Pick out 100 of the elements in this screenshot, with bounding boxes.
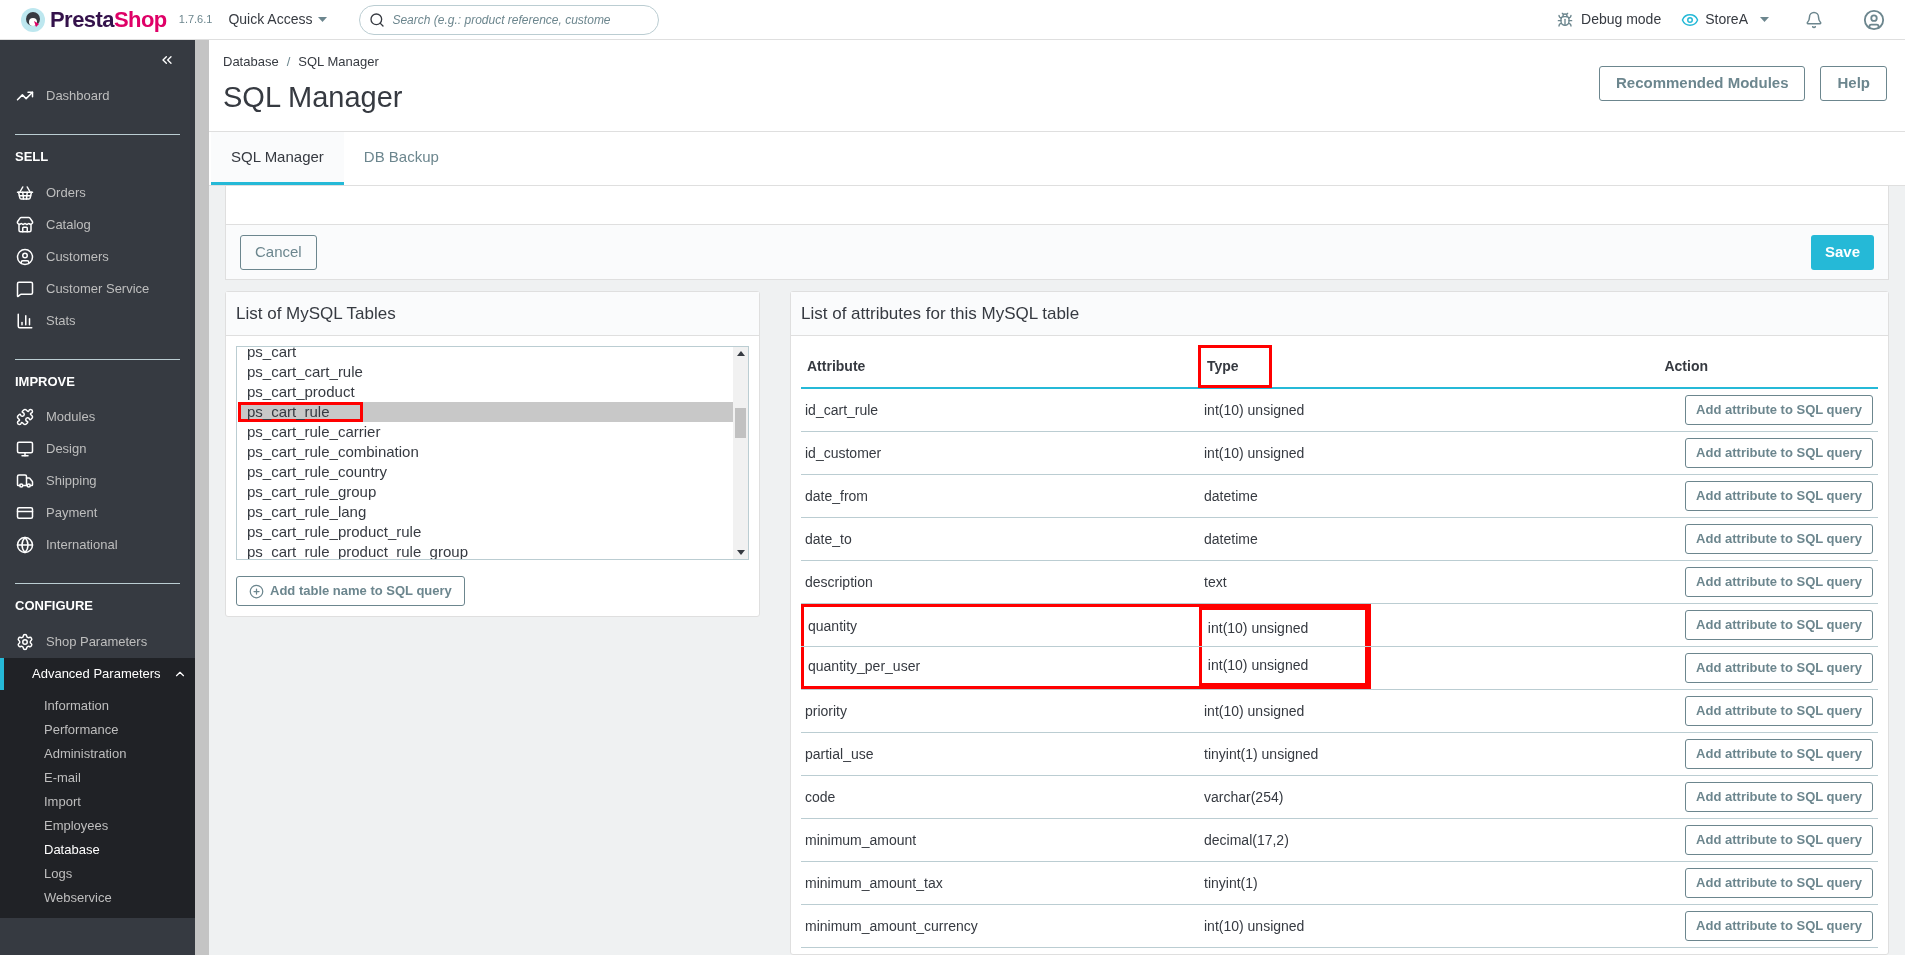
list-scrollbar[interactable]: [733, 347, 748, 559]
quick-access-menu[interactable]: Quick Access: [228, 9, 328, 30]
table-list-item[interactable]: ps_cart_rule_product_rule: [238, 522, 733, 542]
add-attribute-button[interactable]: Add attribute to SQL query: [1685, 782, 1873, 812]
attribute-cell-text: quantity: [807, 617, 859, 636]
store-icon: [16, 215, 34, 234]
nav-item[interactable]: Customer Service: [0, 272, 195, 305]
scroll-thumb[interactable]: [735, 408, 746, 438]
chart-icon: [16, 311, 34, 330]
attribute-cell-text: date_from: [804, 486, 870, 506]
scroll-down-icon[interactable]: [736, 550, 745, 555]
table-list-item[interactable]: ps_cart_rule_country: [238, 462, 733, 482]
attribute-cell-text: id_cart_rule: [804, 400, 880, 420]
nav-subitem[interactable]: E-mail: [0, 765, 195, 790]
nav-item[interactable]: Catalog: [0, 208, 195, 241]
type-cell-text: int(10) unsigned: [1203, 701, 1306, 721]
globe-icon: [16, 536, 34, 554]
nav-subitem[interactable]: Logs: [0, 861, 195, 886]
chat-icon: [16, 279, 34, 298]
add-attribute-button[interactable]: Add attribute to SQL query: [1685, 696, 1873, 726]
tab[interactable]: SQL Manager: [211, 132, 344, 185]
attribute-cell-text: minimum_amount: [804, 830, 918, 850]
type-cell-text: text: [1203, 572, 1228, 592]
column-header: Action: [1664, 357, 1708, 376]
add-attribute-button[interactable]: Add attribute to SQL query: [1685, 653, 1873, 683]
type-cell: int(10) unsigned: [1198, 647, 1368, 686]
add-attribute-button[interactable]: Add attribute to SQL query: [1685, 825, 1873, 855]
nav-item[interactable]: Orders: [0, 176, 195, 209]
nav-item[interactable]: Customers: [0, 240, 195, 273]
basket-icon: [16, 183, 34, 202]
caret-icon: [1760, 17, 1769, 22]
scroll-up-icon[interactable]: [736, 351, 745, 356]
table-list-item[interactable]: ps_cart_rule_product_rule_group: [238, 542, 733, 559]
nav-subitem[interactable]: Performance: [0, 717, 195, 742]
nav-item[interactable]: Payment: [0, 497, 195, 529]
attribute-cell-text: priority: [804, 701, 848, 721]
notification-icon[interactable]: [1805, 10, 1823, 29]
search-field[interactable]: Search (e.g.: product reference, custome: [359, 4, 660, 35]
nav-subitem[interactable]: Webservice: [0, 885, 195, 910]
nav-subitem[interactable]: Information: [0, 693, 195, 718]
nav-item[interactable]: Stats: [0, 304, 195, 337]
table-list-item[interactable]: ps_cart_rule: [238, 402, 733, 422]
header-button[interactable]: Recommended Modules: [1598, 66, 1806, 101]
nav-item[interactable]: Shop Parameters: [0, 625, 195, 658]
attribute-cell-text: code: [804, 787, 837, 807]
nav-subitem[interactable]: Employees: [0, 813, 195, 838]
table-list-item[interactable]: ps_cart: [238, 347, 733, 362]
attribute-cell-text: quantity_per_user: [807, 657, 922, 676]
add-attribute-button[interactable]: Add attribute to SQL query: [1685, 911, 1873, 941]
type-cell-text: datetime: [1203, 529, 1259, 549]
nav-item[interactable]: Shipping: [0, 465, 195, 497]
add-table-button[interactable]: Add table name to SQL query: [236, 576, 465, 606]
table-list-item[interactable]: ps_cart_rule_combination: [238, 442, 733, 462]
card-icon: [16, 504, 34, 522]
nav-item[interactable]: Advanced Parameters: [0, 657, 195, 690]
breadcrumb-separator: /: [286, 53, 291, 71]
bug-icon: [1557, 11, 1573, 28]
puzzle-icon: [16, 408, 34, 426]
add-attribute-button[interactable]: Add attribute to SQL query: [1685, 395, 1873, 425]
monitor-icon: [16, 440, 34, 458]
header-button[interactable]: Help: [1820, 66, 1887, 101]
table-list-item[interactable]: ps_cart_rule_lang: [238, 502, 733, 522]
type-cell-text: int(10) unsigned: [1203, 443, 1306, 463]
add-attribute-button[interactable]: Add attribute to SQL query: [1685, 567, 1873, 597]
attribute-cell-text: id_customer: [804, 443, 883, 463]
nav-subitem[interactable]: Administration: [0, 741, 195, 766]
type-cell-text: datetime: [1203, 486, 1259, 506]
add-attribute-button[interactable]: Add attribute to SQL query: [1685, 481, 1873, 511]
debug-mode-label: Debug mode: [1581, 10, 1662, 29]
avatar-icon[interactable]: [1863, 8, 1885, 31]
add-attribute-button[interactable]: Add attribute to SQL query: [1685, 868, 1873, 898]
add-attribute-button[interactable]: Add attribute to SQL query: [1685, 524, 1873, 554]
nav-subitem[interactable]: Import: [0, 789, 195, 814]
cancel-button[interactable]: Cancel: [240, 234, 317, 270]
type-cell-text: varchar(254): [1203, 787, 1285, 807]
nav-item[interactable]: Dashboard: [0, 80, 195, 112]
nav-item[interactable]: International: [0, 529, 195, 561]
table-list[interactable]: [236, 346, 749, 560]
type-cell: int(10) unsigned: [1198, 607, 1368, 646]
nav-item[interactable]: Modules: [0, 401, 195, 433]
caret-icon: [318, 17, 328, 22]
attribute-cell-text: minimum_amount_currency: [804, 916, 979, 936]
column-header: Type: [1201, 348, 1269, 385]
table-list-item[interactable]: ps_cart_rule_carrier: [238, 422, 733, 442]
table-list-item[interactable]: ps_cart_product: [238, 382, 733, 402]
column-header: Attribute: [807, 357, 866, 376]
scrollbar[interactable]: [195, 40, 209, 955]
breadcrumb-link[interactable]: Database: [223, 52, 279, 72]
nav-item[interactable]: Design: [0, 433, 195, 465]
table-list-item[interactable]: ps_cart_rule_group: [238, 482, 733, 502]
store-menu[interactable]: StoreA: [1705, 9, 1769, 30]
tab[interactable]: DB Backup: [343, 132, 459, 185]
add-attribute-button[interactable]: Add attribute to SQL query: [1685, 438, 1873, 468]
attribute-cell-text: minimum_amount_tax: [804, 873, 944, 893]
search-icon: [369, 11, 386, 28]
table-list-item[interactable]: ps_cart_cart_rule: [238, 362, 733, 382]
add-attribute-button[interactable]: Add attribute to SQL query: [1685, 739, 1873, 769]
nav-subitem[interactable]: Database: [0, 837, 195, 862]
type-cell-text: int(10) unsigned: [1203, 916, 1306, 936]
add-attribute-button[interactable]: Add attribute to SQL query: [1685, 610, 1873, 640]
